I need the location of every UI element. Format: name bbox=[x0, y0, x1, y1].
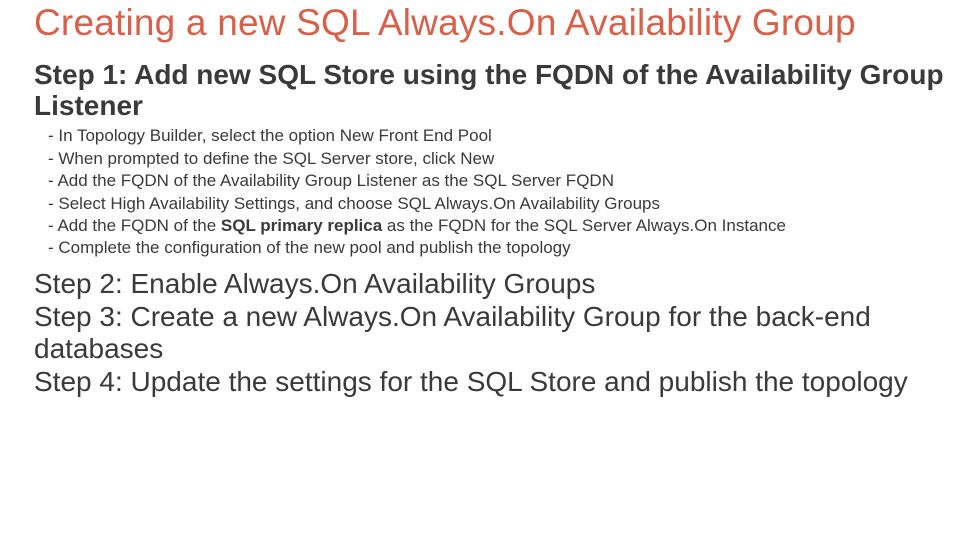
bullet-text-part: - Add the FQDN of the bbox=[48, 216, 221, 235]
bullet-item: - Add the FQDN of the Availability Group… bbox=[48, 170, 945, 192]
step-4-heading: Step 4: Update the settings for the SQL … bbox=[34, 366, 945, 397]
bullet-item: - Complete the configuration of the new … bbox=[48, 237, 945, 259]
bullet-item: - In Topology Builder, select the option… bbox=[48, 125, 945, 147]
step-2-heading: Step 2: Enable Always.On Availability Gr… bbox=[34, 268, 945, 299]
bullet-text-strong: SQL primary replica bbox=[221, 216, 382, 235]
bullet-item: - Select High Availability Settings, and… bbox=[48, 193, 945, 215]
step-1-heading: Step 1: Add new SQL Store using the FQDN… bbox=[34, 59, 945, 122]
bullet-item: - Add the FQDN of the SQL primary replic… bbox=[48, 215, 945, 237]
step-1-bullets: - In Topology Builder, select the option… bbox=[48, 125, 945, 260]
bullet-item: - When prompted to define the SQL Server… bbox=[48, 148, 945, 170]
slide-body: Creating a new SQL Always.On Availabilit… bbox=[0, 0, 979, 397]
slide-title: Creating a new SQL Always.On Availabilit… bbox=[34, 2, 945, 45]
bullet-text-part: as the FQDN for the SQL Server Always.On… bbox=[382, 216, 786, 235]
step-3-heading: Step 3: Create a new Always.On Availabil… bbox=[34, 301, 945, 364]
